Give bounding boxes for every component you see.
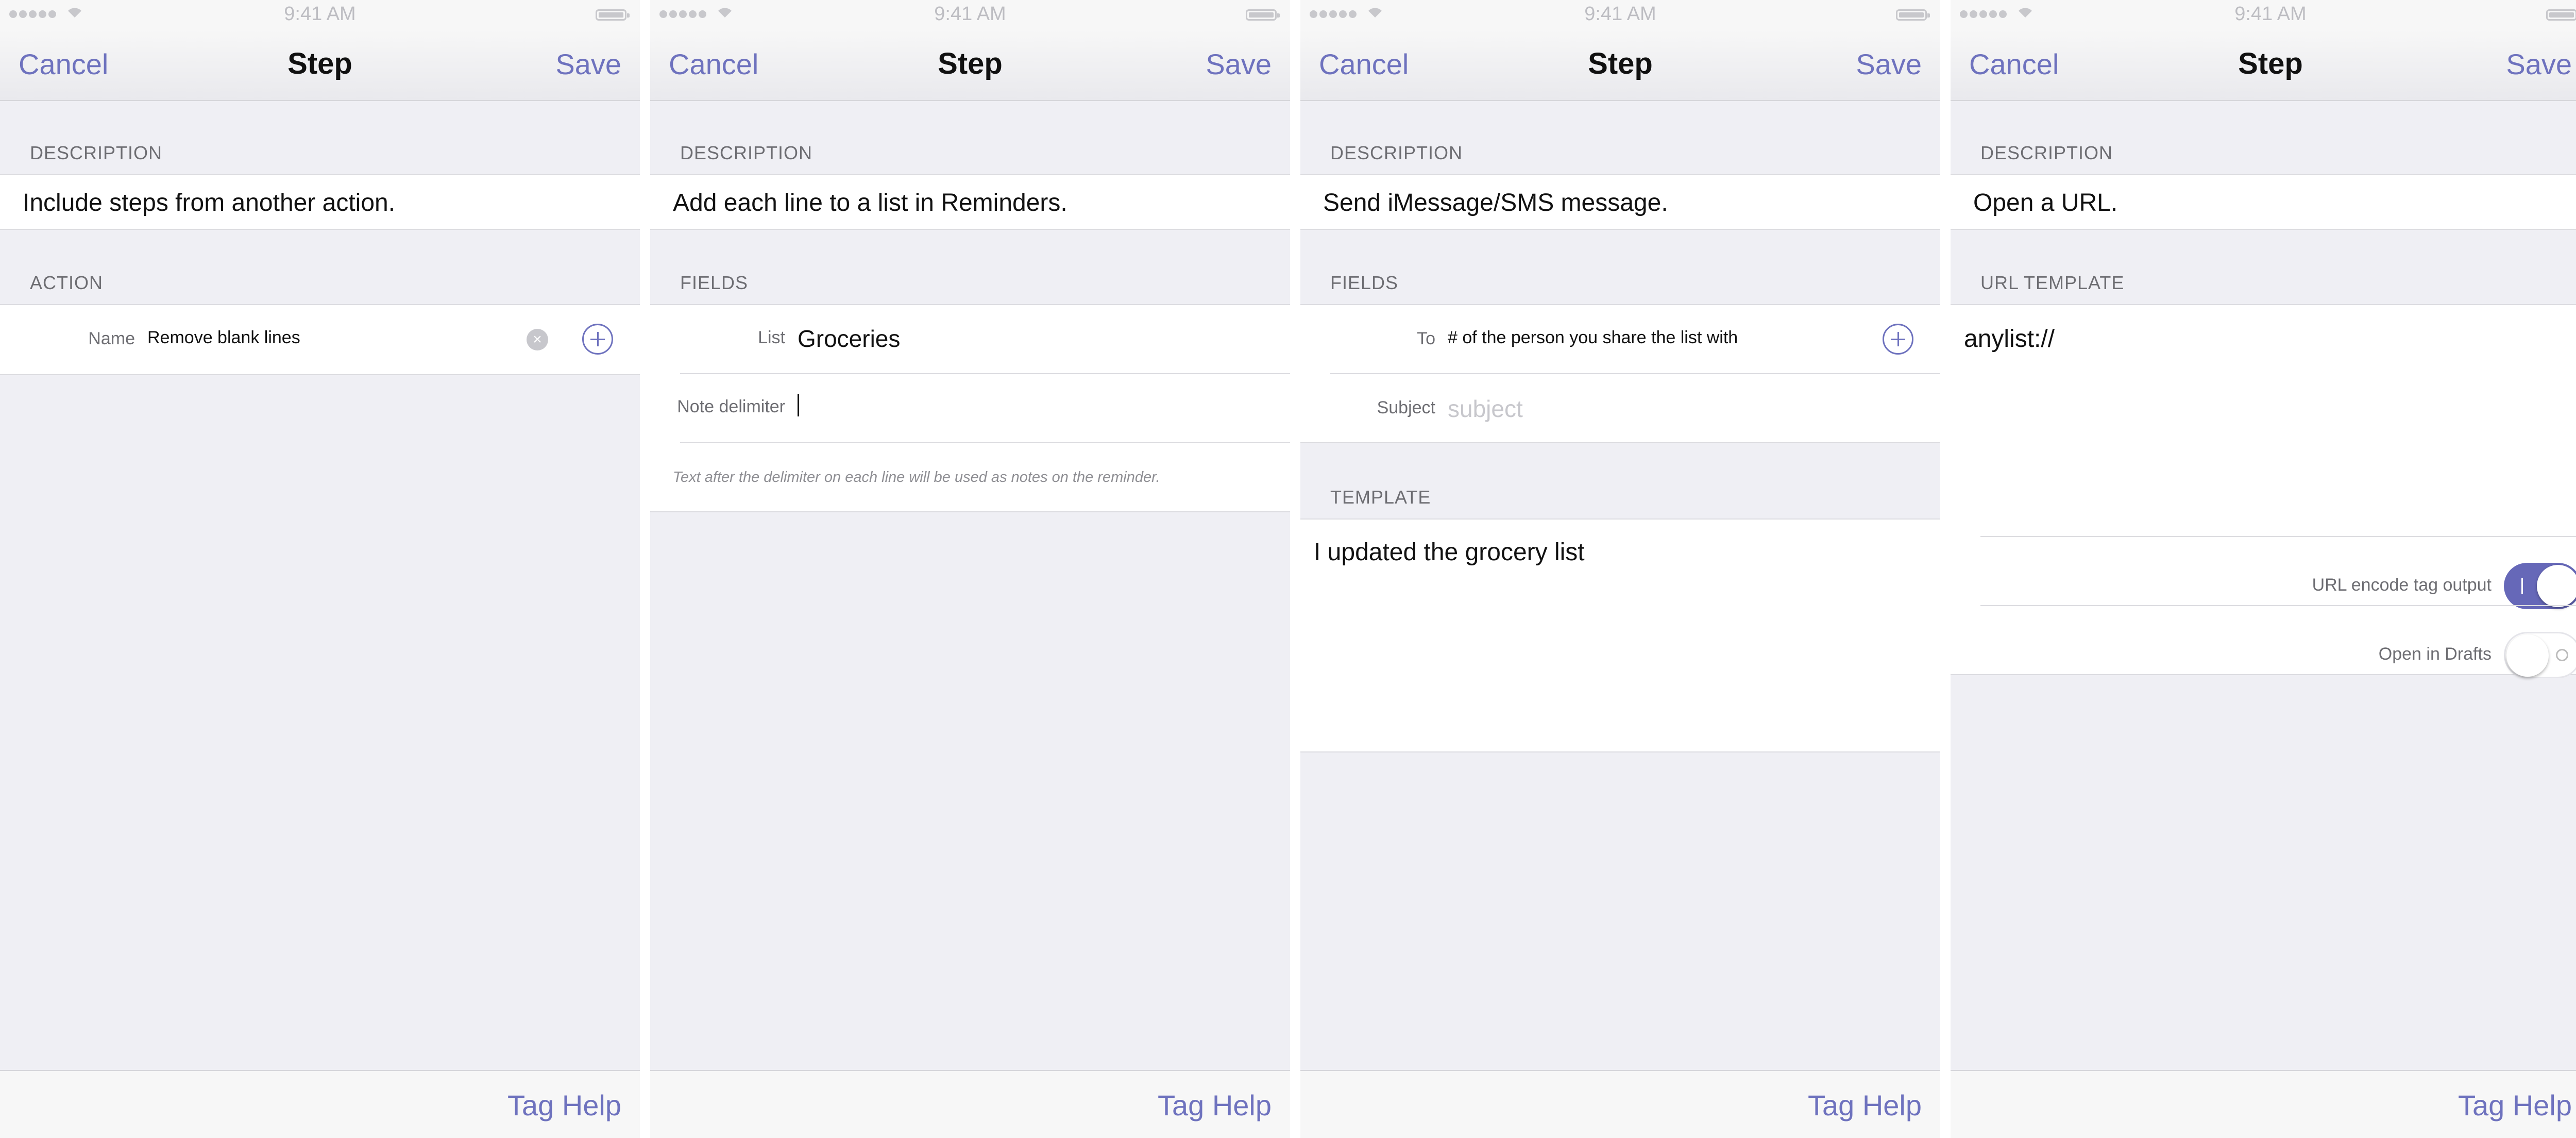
name-input[interactable]: Remove blank lines	[147, 328, 300, 348]
add-contact-icon[interactable]	[1883, 324, 1913, 355]
nav-title: Step	[1588, 47, 1653, 80]
status-bar: 9:41 AM	[1300, 0, 1940, 30]
status-bar: 9:41 AM	[0, 0, 640, 30]
battery-icon	[1246, 9, 1280, 21]
to-label: To	[1417, 329, 1435, 348]
nav-bar: Cancel Step Save	[1300, 30, 1940, 101]
subject-label: Subject	[1377, 398, 1435, 417]
description-text: Add each line to a list in Reminders.	[673, 189, 1067, 216]
screen-url-action: 9:41 AM Cancel Step Save DESCRIPTION Ope…	[1951, 0, 2576, 1138]
action-header: ACTION	[30, 272, 104, 293]
subject-input[interactable]: subject	[1448, 395, 1523, 423]
row-divider	[1980, 536, 2576, 537]
list-input[interactable]: Groceries	[798, 325, 900, 353]
tag-help-button[interactable]: Tag Help	[1808, 1089, 1922, 1122]
clear-icon[interactable]: ×	[527, 329, 548, 350]
description-header: DESCRIPTION	[1980, 142, 2113, 163]
save-button[interactable]: Save	[1856, 47, 1922, 81]
screen-message-action: 9:41 AM Cancel Step Save DESCRIPTION Sen…	[1300, 0, 1940, 1138]
description-field[interactable]: Send iMessage/SMS message.	[1300, 174, 1940, 230]
bottom-toolbar: Tag Help	[1951, 1070, 2576, 1138]
nav-title: Step	[2238, 47, 2303, 80]
action-name-row: Name Remove blank lines ×	[0, 304, 640, 375]
battery-icon	[596, 9, 630, 21]
row-divider	[1980, 605, 2576, 606]
save-button[interactable]: Save	[1206, 47, 1272, 81]
save-button[interactable]: Save	[2506, 47, 2572, 81]
battery-icon	[1896, 9, 1930, 21]
url-template-header: URL TEMPLATE	[1980, 272, 2125, 293]
name-label: Name	[88, 329, 135, 348]
screen-include-action: 9:41 AM Cancel Step Save DESCRIPTION Inc…	[0, 0, 640, 1138]
row-divider	[680, 442, 1290, 443]
url-encode-toggle[interactable]	[2504, 563, 2576, 609]
nav-title: Step	[287, 47, 352, 80]
tag-help-button[interactable]: Tag Help	[2458, 1089, 2572, 1122]
add-icon[interactable]	[582, 324, 613, 355]
description-field[interactable]: Open a URL.	[1951, 174, 2576, 230]
fields-group: To # of the person you share the list wi…	[1300, 304, 1940, 443]
description-text: Include steps from another action.	[23, 189, 396, 216]
nav-bar: Cancel Step Save	[1951, 30, 2576, 101]
url-template-group: anylist:// URL encode tag output Open in…	[1951, 304, 2576, 678]
template-header: TEMPLATE	[1330, 487, 1431, 508]
delimiter-footnote: Text after the delimiter on each line wi…	[673, 469, 1160, 486]
bottom-toolbar: Tag Help	[650, 1070, 1290, 1138]
nav-title: Step	[938, 47, 1003, 80]
fields-header: FIELDS	[680, 272, 749, 293]
to-input[interactable]: # of the person you share the list with	[1448, 328, 1738, 348]
url-encode-label: URL encode tag output	[2312, 575, 2492, 595]
description-header: DESCRIPTION	[30, 142, 163, 163]
url-template-input[interactable]: anylist://	[1964, 325, 2055, 353]
description-field[interactable]: Add each line to a list in Reminders.	[650, 174, 1290, 230]
description-field[interactable]: Include steps from another action.	[0, 174, 640, 230]
description-header: DESCRIPTION	[1330, 142, 1463, 163]
nav-bar: Cancel Step Save	[650, 30, 1290, 101]
open-in-drafts-toggle[interactable]	[2504, 632, 2576, 678]
nav-bar: Cancel Step Save	[0, 30, 640, 101]
status-time: 9:41 AM	[934, 3, 1006, 25]
list-label: List	[758, 328, 785, 347]
screen-reminders-action: 9:41 AM Cancel Step Save DESCRIPTION Add…	[650, 0, 1290, 1138]
status-bar: 9:41 AM	[650, 0, 1290, 30]
note-delimiter-label: Note delimiter	[677, 397, 785, 416]
description-text: Send iMessage/SMS message.	[1323, 189, 1668, 216]
open-in-drafts-label: Open in Drafts	[2378, 644, 2492, 664]
save-button[interactable]: Save	[555, 47, 621, 81]
status-time: 9:41 AM	[284, 3, 356, 25]
tag-help-button[interactable]: Tag Help	[507, 1089, 621, 1122]
battery-icon	[2546, 9, 2576, 21]
row-divider	[1330, 373, 1940, 374]
description-header: DESCRIPTION	[680, 142, 813, 163]
status-time: 9:41 AM	[1584, 3, 1656, 25]
row-divider	[680, 373, 1290, 374]
status-time: 9:41 AM	[2234, 3, 2307, 25]
bottom-toolbar: Tag Help	[0, 1070, 640, 1138]
template-text: I updated the grocery list	[1314, 539, 1585, 566]
tag-help-button[interactable]: Tag Help	[1158, 1089, 1272, 1122]
fields-group: List Groceries Note delimiter Text after…	[650, 304, 1290, 512]
note-delimiter-input[interactable]	[798, 394, 799, 416]
description-text: Open a URL.	[1973, 189, 2118, 216]
bottom-toolbar: Tag Help	[1300, 1070, 1940, 1138]
status-bar: 9:41 AM	[1951, 0, 2576, 30]
fields-header: FIELDS	[1330, 272, 1399, 293]
template-field[interactable]: I updated the grocery list	[1300, 518, 1940, 752]
